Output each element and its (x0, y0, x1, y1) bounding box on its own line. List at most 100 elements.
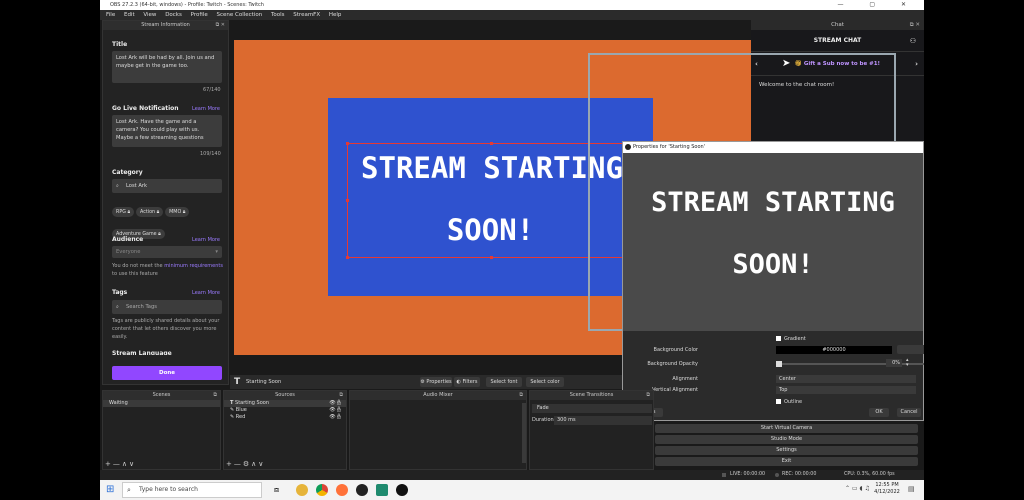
obs-icon[interactable] (356, 484, 368, 496)
scene-transitions-dock: Scene Transitions ⧉ Fade Duration 300 ms (529, 390, 654, 470)
dock-controls[interactable]: ⧉ (339, 391, 343, 400)
properties-button[interactable]: ⚙ Properties (420, 377, 452, 387)
exit-button[interactable]: Exit (655, 457, 918, 466)
move-down-icon[interactable]: ∨ (258, 460, 265, 468)
done-button[interactable]: Done (112, 366, 222, 380)
category-chips: RPG 🔒︎ Action 🔒︎ MMO 🔒︎ Adventure Game 🔒︎ (112, 198, 224, 239)
opacity-value[interactable]: 0% (886, 359, 902, 367)
source-label: Blue (235, 407, 247, 413)
visibility-eye-icon[interactable]: 👁︎🔒︎ (329, 400, 342, 407)
source-item[interactable]: ✎ Blue 👁︎🔒︎ (224, 407, 346, 414)
menu-docks[interactable]: Docks (165, 12, 182, 18)
window-controls[interactable]: — ▢ ✕ (837, 0, 918, 10)
resize-handle[interactable] (346, 256, 349, 259)
scene-item-waiting[interactable]: Waiting (103, 400, 220, 407)
studio-mode-button[interactable]: Studio Mode (655, 435, 918, 444)
move-down-icon[interactable]: ∨ (129, 460, 136, 468)
select-color-button[interactable]: Select color (526, 377, 564, 387)
min-requirements-link[interactable]: minimum requirements (164, 263, 223, 269)
alignment-select[interactable]: Center (776, 375, 916, 383)
move-up-icon[interactable]: ∧ (122, 460, 129, 468)
properties-dialog: Properties for 'Starting Soon' STREAM ST… (622, 141, 924, 421)
source-item[interactable]: ✎ Red 👁︎🔒︎ (224, 414, 346, 421)
remove-icon[interactable]: — (113, 460, 122, 468)
chip-rpg[interactable]: RPG 🔒︎ (112, 207, 135, 217)
menu-tools[interactable]: Tools (271, 12, 285, 18)
sources-header: Sources ⧉ (224, 391, 346, 400)
menu-streamfx[interactable]: StreamFX (293, 12, 320, 18)
alignment-row: Alignment Center (623, 374, 923, 384)
audience-learn-more[interactable]: Learn More (192, 237, 220, 243)
system-tray-icons[interactable]: ⌃ ▭ ◖ ♫ (845, 485, 870, 492)
bg-select-color-button[interactable]: Select color (897, 345, 924, 354)
category-input[interactable]: ⌕ Lost Ark (112, 179, 222, 193)
resize-handle[interactable] (346, 199, 349, 202)
dock-controls[interactable]: ⧉ (519, 391, 523, 400)
chat-dock-title: Chat (831, 22, 844, 28)
taskbar-clock[interactable]: 12:55 PM 4/12/2022 (872, 482, 902, 496)
task-view-icon[interactable]: ⧈ (274, 484, 279, 496)
gear-icon[interactable]: ⚙ (243, 460, 251, 468)
resize-handle[interactable] (346, 142, 349, 145)
dock-controls[interactable]: ⧉ ✕ (910, 20, 920, 30)
menu-file[interactable]: File (106, 12, 115, 18)
resize-handle[interactable] (490, 142, 493, 145)
source-controls[interactable]: +—⚙∧∨ (226, 460, 265, 468)
menu-scene-collection[interactable]: Scene Collection (216, 12, 262, 18)
firefox-icon[interactable] (336, 484, 348, 496)
opacity-slider-handle[interactable] (776, 361, 782, 367)
live-time: LIVE: 00:00:00 (730, 472, 766, 477)
chip-action[interactable]: Action 🔒︎ (136, 207, 164, 217)
valign-select[interactable]: Top (776, 386, 916, 394)
dock-controls[interactable]: ⧉ (213, 391, 217, 400)
add-icon[interactable]: + (105, 460, 113, 468)
file-explorer-icon[interactable] (296, 484, 308, 496)
stream-language-label: Stream Language (112, 350, 172, 355)
menu-help[interactable]: Help (329, 12, 342, 18)
taskbar-search-input[interactable]: ⌕ Type here to search (122, 482, 262, 498)
obs-studio-icon[interactable] (396, 484, 408, 496)
start-virtual-camera-button[interactable]: Start Virtual Camera (655, 424, 918, 433)
dock-controls[interactable]: ⧉ (646, 391, 650, 400)
notification-input[interactable]: Lost Ark. Have the game and a camera? Yo… (112, 115, 222, 147)
notification-learn-more[interactable]: Learn More (192, 106, 220, 112)
resize-handle[interactable] (490, 256, 493, 259)
app-icon[interactable] (376, 484, 388, 496)
remove-icon[interactable]: — (234, 460, 243, 468)
transition-select[interactable]: Fade (532, 404, 652, 413)
select-font-button[interactable]: Select font (486, 377, 522, 387)
notifications-icon[interactable]: ▤ (908, 485, 915, 493)
source-item[interactable]: T Starting Soon 👁︎🔒︎ (224, 400, 346, 407)
chevron-right-icon[interactable]: › (915, 52, 918, 76)
duration-input[interactable]: 300 ms (554, 416, 652, 425)
windows-start-icon[interactable]: ⊞ (106, 484, 114, 496)
mixer-scrollbar[interactable] (522, 403, 526, 463)
source-label: Starting Soon (235, 400, 270, 406)
gradient-checkbox[interactable]: Gradient (776, 334, 806, 344)
tags-learn-more[interactable]: Learn More (192, 290, 220, 296)
filters-button[interactable]: ◐ Filters (454, 377, 480, 387)
chrome-icon[interactable] (316, 484, 328, 496)
title-input[interactable]: Lost Ark will be had by all. Join us and… (112, 51, 222, 83)
ok-button[interactable]: OK (869, 408, 889, 417)
outline-checkbox[interactable]: Outline (776, 397, 802, 407)
audience-select[interactable]: Everyone ▾ (112, 246, 222, 258)
menu-profile[interactable]: Profile (191, 12, 208, 18)
chip-label: Action (140, 210, 156, 215)
add-icon[interactable]: + (226, 460, 234, 468)
cancel-button[interactable]: Cancel (897, 408, 921, 417)
filters-label: Filters (462, 379, 478, 385)
scenes-title: Scenes (152, 392, 171, 398)
visibility-eye-icon[interactable]: 👁︎🔒︎ (329, 407, 342, 414)
opacity-spinner-icon[interactable]: ▴ ▾ (906, 358, 909, 368)
menu-view[interactable]: View (143, 12, 156, 18)
manage-users-icon[interactable]: ⚇ (910, 30, 916, 52)
settings-button[interactable]: Settings (655, 446, 918, 455)
gradient-label: Gradient (784, 336, 806, 342)
tags-search-input[interactable]: ⌕ Search Tags (112, 300, 222, 314)
menu-edit[interactable]: Edit (124, 12, 135, 18)
scene-controls[interactable]: +—∧∨ (105, 460, 136, 468)
panel-controls[interactable]: ⧉ ✕ (216, 21, 225, 30)
chip-mmo[interactable]: MMO 🔒︎ (165, 207, 190, 217)
visibility-eye-icon[interactable]: 👁︎🔒︎ (329, 414, 342, 421)
